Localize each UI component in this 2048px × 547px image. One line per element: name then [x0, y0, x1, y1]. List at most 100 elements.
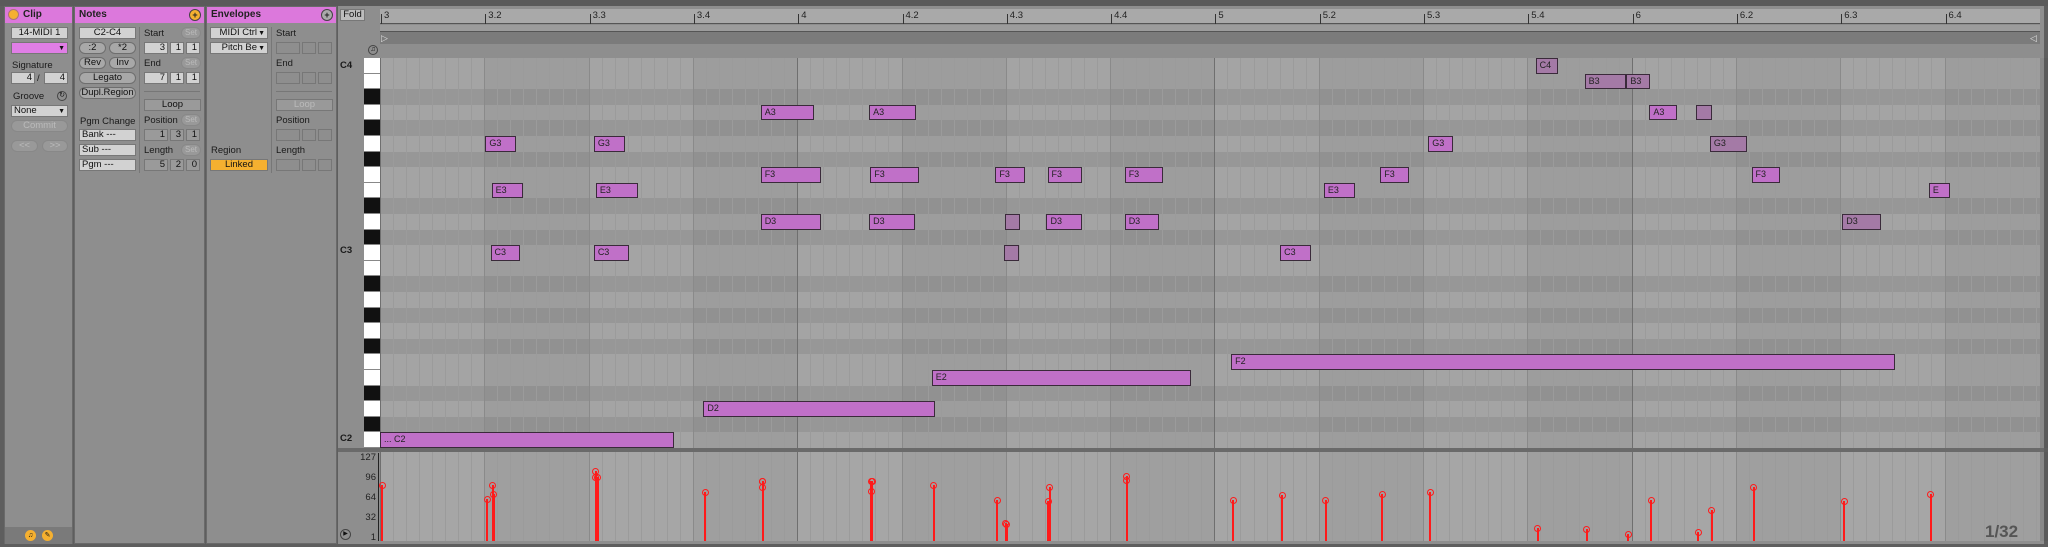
nudge-forward-button[interactable]: >>: [42, 140, 68, 152]
invert-button[interactable]: Inv: [109, 57, 136, 69]
midi-note[interactable]: E: [1928, 182, 1950, 199]
midi-note[interactable]: F3: [1124, 167, 1164, 183]
piano-key-black[interactable]: [364, 151, 380, 168]
midi-note[interactable]: D3: [760, 214, 822, 230]
velocity-handle[interactable]: [1378, 490, 1386, 498]
midi-note[interactable]: C3: [593, 245, 630, 261]
env-loop-button[interactable]: Loop: [276, 99, 333, 111]
velocity-handle[interactable]: [1229, 496, 1237, 504]
env-position-beat-field[interactable]: [302, 129, 316, 141]
piano-key-white[interactable]: [364, 260, 380, 277]
env-length-bar-field[interactable]: [276, 159, 300, 171]
velocity-handle[interactable]: [1694, 528, 1702, 536]
piano-key-white[interactable]: [364, 292, 380, 308]
midi-note[interactable]: C3: [1280, 245, 1312, 261]
velocity-handle[interactable]: [1927, 490, 1935, 498]
velocity-handle[interactable]: [1123, 476, 1131, 484]
velocity-stem[interactable]: [1381, 493, 1384, 541]
piano-key-white[interactable]: [364, 245, 380, 261]
piano-key-black[interactable]: [364, 89, 380, 105]
midi-note-icon[interactable]: ♫: [25, 530, 36, 541]
velocity-stem[interactable]: [1650, 499, 1653, 541]
env-length-beat-field[interactable]: [302, 159, 316, 171]
midi-note[interactable]: B3: [1584, 73, 1627, 90]
loop-button[interactable]: Loop: [144, 99, 201, 111]
piano-key-black[interactable]: [364, 276, 380, 292]
velocity-handle[interactable]: [1647, 496, 1655, 504]
piano-key-white[interactable]: [364, 370, 380, 386]
piano-key-white[interactable]: [364, 167, 380, 183]
velocity-handle[interactable]: [993, 496, 1001, 504]
midi-note[interactable]: E3: [595, 182, 638, 199]
loop-brace-bar[interactable]: [380, 25, 2040, 32]
midi-note[interactable]: F3: [1751, 167, 1780, 183]
scrub-area[interactable]: [380, 32, 2040, 44]
midi-note[interactable]: [1003, 245, 1020, 261]
midi-note[interactable]: C4: [1535, 58, 1558, 74]
signature-numerator[interactable]: 4: [11, 72, 35, 84]
velocity-stem[interactable]: [1047, 501, 1050, 541]
start-set-button[interactable]: Set: [181, 27, 201, 39]
velocity-handle[interactable]: [1278, 491, 1286, 499]
envelope-pencil-icon[interactable]: ✎: [42, 530, 53, 541]
midi-note[interactable]: D2: [703, 401, 935, 417]
position-beat-field[interactable]: 3: [170, 129, 184, 141]
half-tempo-button[interactable]: :2: [79, 42, 106, 54]
velocity-stem[interactable]: [1232, 499, 1235, 541]
start-sixteenth-field[interactable]: 1: [186, 42, 200, 54]
piano-key-white[interactable]: [364, 136, 380, 152]
bank-field[interactable]: Bank ---: [79, 129, 136, 141]
velocity-stem[interactable]: [1710, 510, 1713, 541]
velocity-handle[interactable]: [1840, 498, 1848, 506]
position-bar-field[interactable]: 1: [144, 129, 168, 141]
velocity-stem[interactable]: [1429, 492, 1432, 541]
midi-note[interactable]: E3: [1323, 182, 1356, 199]
end-set-button[interactable]: Set: [181, 57, 201, 69]
envelopes-expand-icon[interactable]: +: [321, 9, 333, 21]
midi-note[interactable]: E2: [931, 370, 1192, 386]
commit-button[interactable]: Commit: [11, 120, 68, 132]
midi-note[interactable]: A3: [760, 104, 814, 121]
piano-key-white[interactable]: [364, 73, 380, 90]
velocity-handle[interactable]: [490, 490, 498, 498]
piano-key-black[interactable]: [364, 416, 380, 433]
piano-key-white[interactable]: [364, 182, 380, 199]
end-bar-field[interactable]: 7: [144, 72, 168, 84]
length-beat-field[interactable]: 2: [170, 159, 184, 171]
midi-note[interactable]: [1004, 214, 1021, 230]
velocity-handle[interactable]: [1534, 524, 1542, 532]
env-start-bar-field[interactable]: [276, 42, 300, 54]
midi-note[interactable]: A3: [869, 104, 917, 121]
piano-key-white[interactable]: [364, 401, 380, 417]
length-set-button[interactable]: Set: [181, 144, 201, 156]
velocity-stem[interactable]: [486, 498, 489, 541]
program-field[interactable]: Pgm ---: [79, 159, 136, 171]
note-grid[interactable]: ... C2 D2 E2 F2 G3 C3 E3 G3 C3 E3 A3 F3 D3 A3 D3 F3 F3 F3…: [380, 58, 2048, 448]
piano-key-black[interactable]: [364, 120, 380, 136]
end-marker-icon[interactable]: ◁: [2030, 33, 2037, 44]
midi-note[interactable]: ... C2: [380, 432, 675, 448]
midi-note[interactable]: F3: [995, 167, 1025, 183]
midi-note[interactable]: F3: [1380, 167, 1410, 183]
velocity-stem[interactable]: [704, 492, 707, 541]
midi-note[interactable]: G3: [1428, 136, 1454, 152]
duplicate-region-button[interactable]: Dupl.Region: [79, 87, 136, 99]
midi-note[interactable]: G3: [485, 136, 516, 152]
notes-expand-icon[interactable]: +: [189, 9, 201, 21]
piano-key-white[interactable]: [364, 323, 380, 339]
midi-note[interactable]: A3: [1649, 104, 1678, 121]
clip-color-dropdown[interactable]: [11, 42, 68, 54]
midi-note[interactable]: D3: [869, 214, 916, 230]
signature-denominator[interactable]: 4: [44, 72, 68, 84]
env-end-beat-field[interactable]: [302, 72, 316, 84]
midi-note[interactable]: B3: [1626, 73, 1651, 90]
midi-note[interactable]: F2: [1231, 354, 1896, 370]
clip-name-field[interactable]: 14-MIDI 1: [11, 27, 68, 39]
piano-key-white[interactable]: [364, 58, 380, 74]
piano-key-white[interactable]: [364, 104, 380, 121]
note-range-field[interactable]: C2-C4: [79, 27, 136, 39]
velocity-handle[interactable]: [489, 481, 497, 489]
piano-key-white[interactable]: [364, 214, 380, 230]
velocity-stem[interactable]: [996, 499, 999, 541]
velocity-handle[interactable]: [1044, 498, 1052, 506]
